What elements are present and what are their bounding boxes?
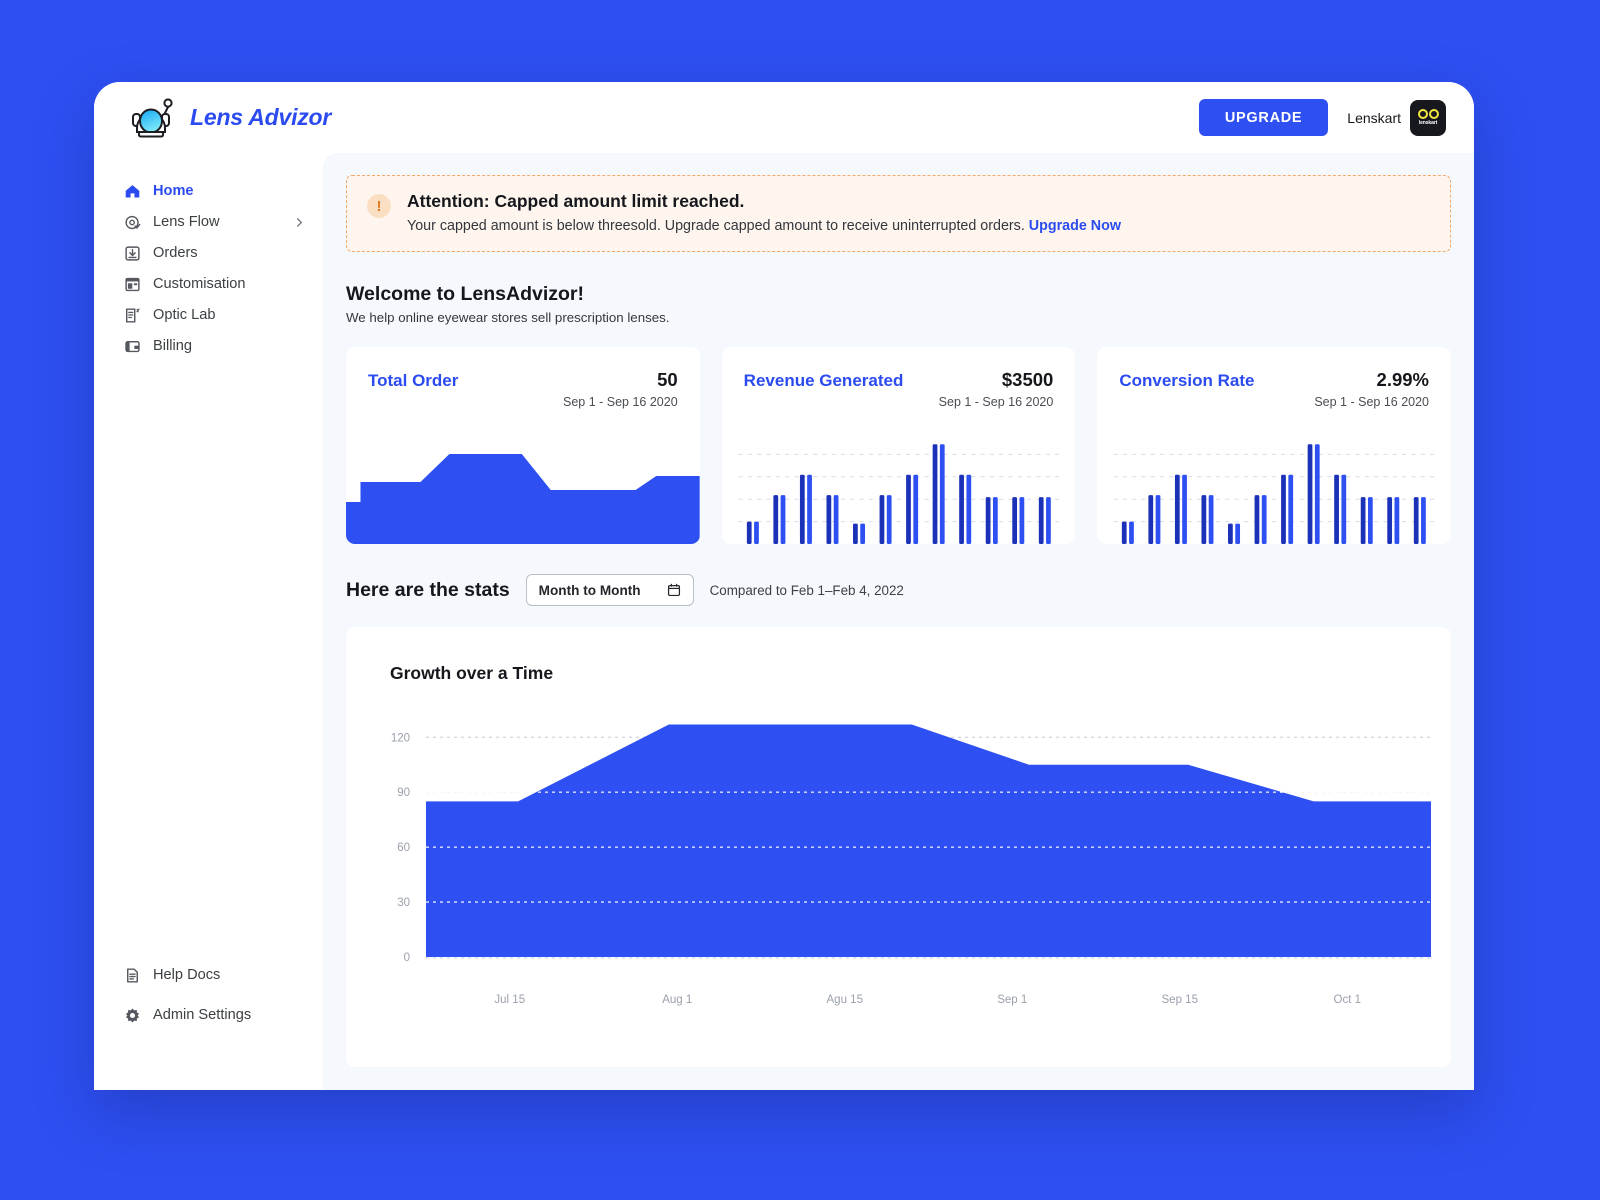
sidebar-item-label: Customisation <box>153 276 246 292</box>
svg-text:90: 90 <box>397 787 410 799</box>
svg-text:Sep 1: Sep 1 <box>997 994 1027 1006</box>
page-subtitle: We help online eyewear stores sell presc… <box>346 310 670 325</box>
sidebar-item-admin-settings[interactable]: Admin Settings <box>112 998 305 1032</box>
period-select-label: Month to Month <box>538 582 641 598</box>
stats-heading: Here are the stats <box>346 578 510 601</box>
brand-logo-group[interactable]: Lens Advizor <box>125 96 331 140</box>
welcome-block: Welcome to LensAdvizor! We help online e… <box>346 283 1451 325</box>
glasses-icon <box>1417 109 1439 119</box>
sidebar-item-optic-lab[interactable]: Optic Lab <box>112 300 305 330</box>
sidebar-item-billing[interactable]: Billing <box>112 331 305 361</box>
alert-body: Your capped amount is below threesold. U… <box>407 218 1121 234</box>
stat-card-value: 50 <box>657 369 678 390</box>
sidebar: Home Lens Flow Orders Customisation Opti… <box>94 153 323 1090</box>
alert-text-group: Attention: Capped amount limit reached. … <box>407 191 1121 234</box>
stat-card-header: Revenue Generated $3500 <box>722 347 1076 391</box>
astronaut-helmet-icon <box>132 97 173 137</box>
top-bar-right: UPGRADE Lenskart lenskart <box>1198 99 1446 136</box>
sidebar-item-label: Home <box>153 183 194 199</box>
revenue-generated-bars <box>722 424 1076 544</box>
stat-card-range: Sep 1 - Sep 16 2020 <box>562 395 678 409</box>
sidebar-item-lens-flow[interactable]: Lens Flow <box>112 207 305 237</box>
gear-icon <box>125 1008 140 1022</box>
sidebar-item-customisation[interactable]: Customisation <box>112 269 305 299</box>
stat-card-total-order[interactable]: Total Order 50 Sep 1 - Sep 16 2020 <box>346 347 700 544</box>
svg-text:Jul 15: Jul 15 <box>494 994 525 1006</box>
compare-text: Compared to Feb 1–Feb 4, 2022 <box>709 582 904 598</box>
sidebar-item-label: Admin Settings <box>153 1007 252 1023</box>
svg-text:0: 0 <box>404 952 410 964</box>
sidebar-item-label: Orders <box>153 245 198 261</box>
warning-icon: ! <box>367 194 391 218</box>
top-bar: Lens Advizor UPGRADE Lenskart lenskart <box>94 82 1474 153</box>
lens-flow-icon <box>125 215 141 229</box>
period-select[interactable]: Month to Month <box>525 574 694 606</box>
alert-banner: ! Attention: Capped amount limit reached… <box>346 175 1451 252</box>
stat-card-range: Sep 1 - Sep 16 2020 <box>938 395 1054 409</box>
brand-name: Lens Advizor <box>190 104 332 130</box>
customisation-icon <box>125 277 140 291</box>
svg-text:Agu 15: Agu 15 <box>827 994 863 1006</box>
total-order-sparkline <box>346 424 700 544</box>
main-content: ! Attention: Capped amount limit reached… <box>323 153 1474 1090</box>
sidebar-item-home[interactable]: Home <box>112 176 305 206</box>
account-menu[interactable]: Lenskart lenskart <box>1347 99 1446 136</box>
upgrade-button[interactable]: UPGRADE <box>1198 99 1329 136</box>
growth-over-time-area: 120 90 60 30 0 Jul 15 Aug 1 Agu 15 Sep 1 Sep 15 Oc… <box>346 707 1451 1067</box>
alert-title: Attention: Capped amount limit reached. <box>407 191 745 211</box>
billing-icon <box>125 340 140 352</box>
stat-card-title: Revenue Generated <box>743 371 904 390</box>
conversion-rate-bars <box>1097 424 1451 544</box>
upgrade-now-link[interactable]: Upgrade Now <box>1029 218 1121 234</box>
stat-card-revenue-generated[interactable]: Revenue Generated $3500 Sep 1 - Sep 16 2… <box>721 347 1076 544</box>
growth-chart-title: Growth over a Time <box>390 663 554 683</box>
svg-text:120: 120 <box>391 732 410 744</box>
svg-text:Aug 1: Aug 1 <box>662 994 692 1006</box>
stat-card-header: Total Order 50 <box>346 347 700 391</box>
stat-card-row: Total Order 50 Sep 1 - Sep 16 2020 Reven… <box>346 347 1452 544</box>
app-window: Lens Advizor UPGRADE Lenskart lenskart H… <box>94 82 1474 1090</box>
sidebar-item-label: Help Docs <box>153 967 221 983</box>
calendar-icon <box>667 583 680 597</box>
sidebar-item-label: Billing <box>153 338 192 354</box>
sidebar-item-label: Lens Flow <box>153 214 220 230</box>
stats-control-row: Here are the stats Month to Month Compar… <box>346 574 1451 606</box>
stat-card-conversion-rate[interactable]: Conversion Rate 2.99% Sep 1 - Sep 16 202… <box>1097 347 1452 544</box>
page-title: Welcome to LensAdvizor! <box>346 283 585 305</box>
stat-card-value: 2.99% <box>1376 369 1430 390</box>
svg-text:30: 30 <box>397 897 410 909</box>
help-docs-icon <box>127 967 138 983</box>
avatar[interactable]: lenskart <box>1410 99 1446 136</box>
orders-icon <box>125 245 140 261</box>
home-icon <box>125 184 140 197</box>
sidebar-item-label: Optic Lab <box>153 307 216 323</box>
avatar-label: lenskart <box>1418 120 1438 126</box>
stat-card-title: Conversion Rate <box>1119 371 1255 390</box>
alert-body-text: Your capped amount is below threesold. U… <box>407 218 1025 234</box>
sidebar-item-help-docs[interactable]: Help Docs <box>112 958 305 992</box>
sidebar-bottom-nav: Help Docs Admin Settings <box>94 958 323 1032</box>
stat-card-range: Sep 1 - Sep 16 2020 <box>1314 395 1430 409</box>
optic-lab-icon <box>125 307 140 323</box>
account-name: Lenskart <box>1347 109 1401 126</box>
svg-text:Oct 1: Oct 1 <box>1334 994 1361 1006</box>
sidebar-item-orders[interactable]: Orders <box>112 238 305 268</box>
growth-chart-card: Growth over a Time 120 90 60 30 0 Jul 15 Aug 1… <box>346 627 1451 1067</box>
chevron-right-icon <box>296 217 303 227</box>
stat-card-value: $3500 <box>1001 369 1054 390</box>
svg-text:60: 60 <box>397 842 410 854</box>
svg-text:Sep 15: Sep 15 <box>1162 994 1198 1006</box>
stat-card-title: Total Order <box>368 371 459 390</box>
sidebar-nav: Home Lens Flow Orders Customisation Opti… <box>94 153 323 361</box>
stat-card-header: Conversion Rate 2.99% <box>1097 347 1451 391</box>
